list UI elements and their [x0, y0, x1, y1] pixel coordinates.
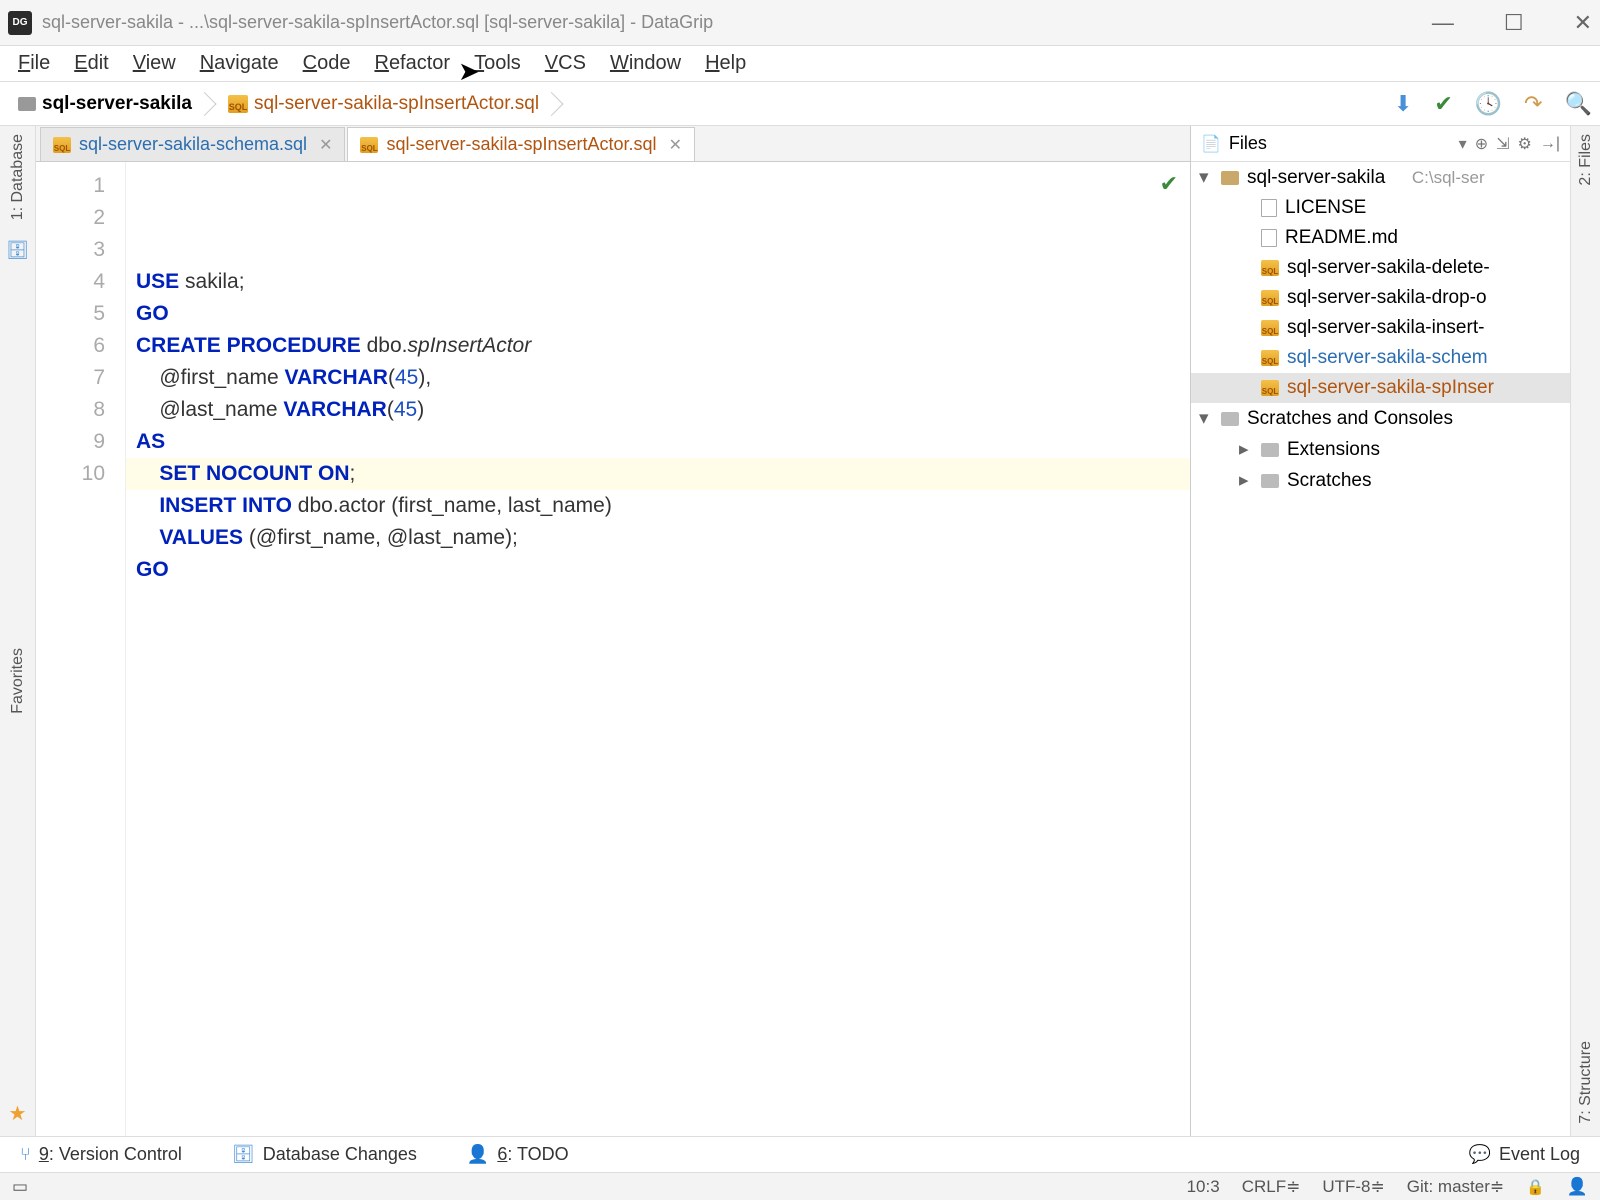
lock-icon[interactable]: 🔒 [1526, 1178, 1545, 1196]
files-panel-header: 📄 Files ▾ ⊕ ⇲ ⚙ →| [1191, 126, 1570, 162]
todo-button[interactable]: 👤6: TODO [467, 1144, 569, 1165]
tree-project-root[interactable]: ▾sql-server-sakila C:\sql-ser [1191, 162, 1570, 193]
line-gutter: 12345678910 [36, 162, 126, 1136]
file-icon [1261, 229, 1277, 247]
sql-file-icon: SQL [1261, 380, 1279, 396]
menu-refactor[interactable]: Refactor [362, 48, 462, 79]
editor-tab-bar: SQL sql-server-sakila-schema.sql ✕ SQL sql-s… [36, 126, 1190, 162]
menu-vcs[interactable]: VCS [533, 48, 598, 79]
status-caret-position[interactable]: 10:3 [1187, 1177, 1220, 1197]
close-tab-icon[interactable]: ✕ [669, 135, 682, 155]
file-icon [1261, 199, 1277, 217]
folder-icon [1221, 412, 1239, 426]
folder-icon [18, 97, 36, 111]
status-encoding[interactable]: UTF-8≑ [1322, 1177, 1384, 1197]
vcs-commit-icon[interactable]: ✔ [1434, 91, 1452, 117]
sql-file-icon: SQL [1261, 290, 1279, 306]
tree-file[interactable]: LICENSE [1191, 193, 1570, 223]
status-person-icon[interactable]: 👤 [1567, 1177, 1588, 1197]
sql-file-icon: SQL [1261, 350, 1279, 366]
menu-bar: FileEditViewNavigateCodeRefactorToolsVCS… [0, 46, 1600, 82]
minimize-button[interactable]: — [1432, 10, 1454, 36]
maximize-button[interactable]: ☐ [1504, 10, 1524, 36]
folder-icon [1261, 474, 1279, 488]
window-title: sql-server-sakila - ...\sql-server-sakil… [42, 12, 1432, 33]
window-titlebar: DG sql-server-sakila - ...\sql-server-sa… [0, 0, 1600, 46]
star-icon: ★ [9, 1101, 27, 1126]
gear-icon[interactable]: ⚙ [1518, 134, 1532, 154]
version-control-button[interactable]: ⑂9: 9: Version ControlVersion Control [20, 1144, 182, 1165]
app-icon: DG [8, 11, 32, 35]
inspection-ok-icon: ✔ [1160, 168, 1178, 200]
collapse-icon[interactable]: ⇲ [1496, 134, 1509, 154]
menu-edit[interactable]: Edit [62, 48, 120, 79]
tree-folder[interactable]: ▸Scratches [1191, 465, 1570, 496]
left-tool-strip: 1: Database 🗄 Favorites ★ [0, 126, 36, 1136]
search-icon[interactable]: 🔍 [1565, 91, 1592, 117]
status-bar: ▭ 10:3 CRLF≑ UTF-8≑ Git: master≑ 🔒 👤 [0, 1172, 1600, 1200]
bottom-tool-bar: ⑂9: 9: Version ControlVersion Control 🗄D… [0, 1136, 1600, 1172]
database-changes-button[interactable]: 🗄Database Changes [232, 1144, 417, 1165]
menu-code[interactable]: Code [291, 48, 363, 79]
database-icon: 🗄 [6, 240, 29, 261]
menu-help[interactable]: Help [693, 48, 758, 79]
close-tab-icon[interactable]: ✕ [319, 135, 332, 155]
tree-file[interactable]: SQLsql-server-sakila-delete- [1191, 253, 1570, 283]
menu-navigate[interactable]: Navigate [188, 48, 291, 79]
menu-window[interactable]: Window [598, 48, 693, 79]
breadcrumb-project[interactable]: sql-server-sakila [8, 89, 202, 119]
menu-file[interactable]: File [6, 48, 62, 79]
tree-file[interactable]: README.md [1191, 223, 1570, 253]
tree-file[interactable]: SQLsql-server-sakila-insert- [1191, 313, 1570, 343]
favorites-tool-button[interactable]: Favorites [9, 648, 27, 714]
tree-file[interactable]: SQLsql-server-sakila-drop-o [1191, 283, 1570, 313]
breadcrumb-project-label: sql-server-sakila [42, 93, 192, 115]
editor-tab[interactable]: SQL sql-server-sakila-schema.sql ✕ [40, 127, 345, 161]
files-tool-window: 📄 Files ▾ ⊕ ⇲ ⚙ →| ▾sql-server-sakila C:… [1190, 126, 1570, 1136]
files-panel-title: Files [1229, 133, 1451, 154]
tab-label: sql-server-sakila-spInsertActor.sql [386, 134, 656, 155]
database-tool-button[interactable]: 1: Database [9, 134, 27, 220]
code-editor[interactable]: 12345678910 ✔ USE sakila; GO CREATE PROC… [36, 162, 1190, 1136]
sql-file-icon: SQL [360, 137, 378, 153]
menu-tools[interactable]: Tools [462, 48, 533, 79]
breadcrumb-file-label: sql-server-sakila-spInsertActor.sql [254, 93, 539, 115]
status-processes-icon[interactable]: ▭ [12, 1177, 28, 1197]
right-tool-strip: 2: Files 7: Structure [1570, 126, 1600, 1136]
status-git-branch[interactable]: Git: master≑ [1407, 1177, 1504, 1197]
tree-scratches-root[interactable]: ▾Scratches and Consoles [1191, 403, 1570, 434]
close-button[interactable]: ✕ [1574, 10, 1592, 36]
navigation-toolbar: sql-server-sakila SQL sql-server-sakila-… [0, 82, 1600, 126]
files-tool-button[interactable]: 2: Files [1577, 134, 1595, 186]
files-icon: 📄 [1201, 134, 1221, 154]
vcs-update-icon[interactable]: ⬇ [1394, 91, 1412, 117]
hide-icon[interactable]: →| [1540, 135, 1560, 153]
breadcrumb-file[interactable]: SQL sql-server-sakila-spInsertActor.sql [218, 89, 549, 119]
event-log-button[interactable]: 💬Event Log [1469, 1144, 1580, 1165]
vcs-history-icon[interactable]: 🕓 [1475, 91, 1502, 117]
sql-file-icon: SQL [53, 137, 71, 153]
undo-icon[interactable]: ↶ [1524, 91, 1542, 117]
tree-folder[interactable]: ▸Extensions [1191, 434, 1570, 465]
editor-tab[interactable]: SQL sql-server-sakila-spInsertActor.sql ✕ [347, 127, 695, 161]
structure-tool-button[interactable]: 7: Structure [1577, 1041, 1595, 1124]
tree-file[interactable]: SQLsql-server-sakila-schem [1191, 343, 1570, 373]
folder-icon [1261, 443, 1279, 457]
target-icon[interactable]: ⊕ [1475, 134, 1488, 154]
sql-file-icon: SQL [1261, 260, 1279, 276]
folder-icon [1221, 171, 1239, 185]
file-tree[interactable]: ▾sql-server-sakila C:\sql-serLICENSEREAD… [1191, 162, 1570, 1136]
sql-file-icon: SQL [228, 95, 248, 113]
dropdown-icon[interactable]: ▾ [1459, 134, 1467, 154]
status-line-separator[interactable]: CRLF≑ [1242, 1177, 1301, 1197]
tab-label: sql-server-sakila-schema.sql [79, 134, 307, 155]
tree-file[interactable]: SQLsql-server-sakila-spInser [1191, 373, 1570, 403]
sql-file-icon: SQL [1261, 320, 1279, 336]
menu-view[interactable]: View [121, 48, 188, 79]
